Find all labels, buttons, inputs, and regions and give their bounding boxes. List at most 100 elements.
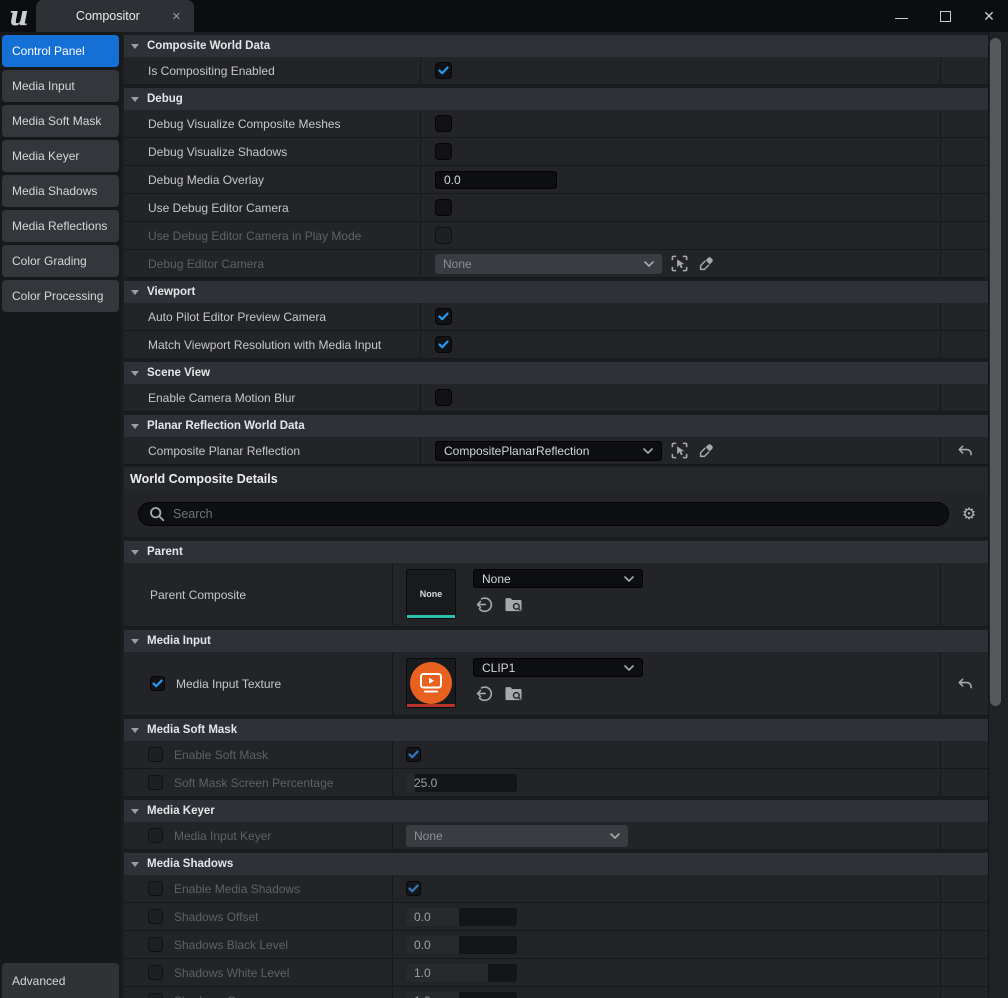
minimize-button[interactable]: [894, 9, 908, 23]
use-asset-icon[interactable]: [475, 684, 494, 703]
sidebar-item[interactable]: Color Processing: [2, 280, 119, 312]
section-header[interactable]: Composite World Data: [124, 35, 988, 57]
browse-asset-icon[interactable]: [504, 595, 523, 614]
sidebar-item[interactable]: Control Panel: [2, 35, 119, 67]
property-label: Match Viewport Resolution with Media Inp…: [148, 338, 381, 352]
edit-condition-checkbox[interactable]: [148, 909, 163, 924]
property-value-cell: CLIP1: [393, 652, 941, 715]
section-header[interactable]: Media Soft Mask: [124, 719, 988, 741]
section-label: Media Keyer: [147, 805, 215, 817]
edit-condition-checkbox[interactable]: [148, 965, 163, 980]
edit-condition-checkbox[interactable]: [148, 937, 163, 952]
reset-icon[interactable]: [956, 444, 973, 458]
dropdown[interactable]: None: [435, 254, 662, 274]
sidebar-item-advanced[interactable]: Advanced: [2, 963, 119, 998]
reset-cell: [941, 57, 988, 84]
reset-cell: [941, 331, 988, 358]
edit-condition-checkbox[interactable]: [150, 676, 165, 691]
sidebar-item[interactable]: Media Keyer: [2, 140, 119, 172]
pick-actor-icon[interactable]: [670, 441, 689, 460]
asset-thumbnail[interactable]: None: [406, 569, 456, 619]
number-input[interactable]: 1.0: [406, 964, 517, 982]
property-label-cell: Enable Camera Motion Blur: [124, 384, 421, 411]
section-header[interactable]: Scene View: [124, 362, 988, 384]
property-label: Shadows Offset: [174, 910, 259, 924]
collapse-arrow-icon[interactable]: [131, 639, 139, 644]
asset-dropdown[interactable]: None: [473, 569, 643, 588]
property-label-cell: Debug Visualize Shadows: [124, 138, 421, 165]
sidebar-item[interactable]: Color Grading: [2, 245, 119, 277]
settings-gear-icon[interactable]: ⚙: [958, 504, 980, 523]
world-composite-details-title: World Composite Details: [124, 467, 988, 490]
value-checkbox[interactable]: [435, 115, 452, 132]
collapse-arrow-icon[interactable]: [131, 371, 139, 376]
edit-condition-checkbox[interactable]: [148, 775, 163, 790]
tab-close-icon[interactable]: ✕: [172, 10, 181, 23]
collapse-arrow-icon[interactable]: [131, 862, 139, 867]
value-checkbox[interactable]: [406, 747, 421, 762]
eyedropper-icon[interactable]: [697, 442, 715, 460]
section-header[interactable]: Parent: [124, 541, 988, 563]
property-value-cell: [393, 875, 941, 902]
asset-dropdown[interactable]: CLIP1: [473, 658, 643, 677]
tab-compositor[interactable]: Compositor ✕: [36, 0, 194, 32]
value-checkbox[interactable]: [435, 227, 452, 244]
reset-icon[interactable]: [956, 677, 973, 691]
edit-condition-checkbox[interactable]: [148, 828, 163, 843]
property-row: Media Input KeyerNone: [124, 822, 988, 850]
maximize-button[interactable]: [938, 9, 952, 23]
scrollbar-thumb[interactable]: [990, 38, 1001, 706]
sidebar-item[interactable]: Media Shadows: [2, 175, 119, 207]
thumbnail-none-label: None: [420, 589, 443, 599]
edit-condition-checkbox[interactable]: [148, 881, 163, 896]
value-checkbox[interactable]: [435, 308, 452, 325]
value-checkbox[interactable]: [435, 389, 452, 406]
search-icon: [149, 506, 165, 522]
property-row: Is Compositing Enabled: [124, 57, 988, 85]
collapse-arrow-icon[interactable]: [131, 290, 139, 295]
sidebar-item[interactable]: Media Input: [2, 70, 119, 102]
browse-asset-icon[interactable]: [504, 684, 523, 703]
collapse-arrow-icon[interactable]: [131, 550, 139, 555]
section-header[interactable]: Viewport: [124, 281, 988, 303]
section-header[interactable]: Debug: [124, 88, 988, 110]
value-checkbox[interactable]: [435, 336, 452, 353]
section-header[interactable]: Planar Reflection World Data: [124, 415, 988, 437]
use-asset-icon[interactable]: [475, 595, 494, 614]
collapse-arrow-icon[interactable]: [131, 97, 139, 102]
number-input[interactable]: 1.0: [406, 992, 517, 998]
property-value-cell: 0.0: [393, 931, 941, 958]
value-checkbox[interactable]: [435, 62, 452, 79]
close-button[interactable]: ✕: [982, 9, 996, 23]
value-checkbox[interactable]: [435, 199, 452, 216]
collapse-arrow-icon[interactable]: [131, 728, 139, 733]
collapse-arrow-icon[interactable]: [131, 424, 139, 429]
dropdown[interactable]: CompositePlanarReflection: [435, 441, 662, 461]
number-input[interactable]: 25.0: [406, 774, 517, 792]
reset-cell: [941, 987, 988, 998]
value-checkbox[interactable]: [406, 881, 421, 896]
property-value-cell: [421, 110, 941, 137]
edit-condition-checkbox[interactable]: [148, 747, 163, 762]
value-checkbox[interactable]: [435, 143, 452, 160]
number-input[interactable]: 0.0: [406, 936, 517, 954]
sidebar-item[interactable]: Media Reflections: [2, 210, 119, 242]
property-label-cell: Is Compositing Enabled: [124, 57, 421, 84]
collapse-arrow-icon[interactable]: [131, 44, 139, 49]
property-row: Shadows Gamma1.0: [124, 987, 988, 998]
search-input[interactable]: Search: [138, 502, 949, 526]
dropdown-value: None: [414, 829, 443, 843]
sidebar-item[interactable]: Media Soft Mask: [2, 105, 119, 137]
scrollbar-track[interactable]: [988, 32, 1008, 998]
number-input[interactable]: 0.0: [435, 171, 557, 189]
section-header[interactable]: Media Input: [124, 630, 988, 652]
section-header[interactable]: Media Keyer: [124, 800, 988, 822]
dropdown[interactable]: None: [406, 825, 628, 847]
asset-thumbnail[interactable]: [406, 658, 456, 708]
number-input[interactable]: 0.0: [406, 908, 517, 926]
pick-actor-icon[interactable]: [670, 254, 689, 273]
collapse-arrow-icon[interactable]: [131, 809, 139, 814]
edit-condition-checkbox[interactable]: [148, 993, 163, 998]
section-header[interactable]: Media Shadows: [124, 853, 988, 875]
eyedropper-icon[interactable]: [697, 255, 715, 273]
